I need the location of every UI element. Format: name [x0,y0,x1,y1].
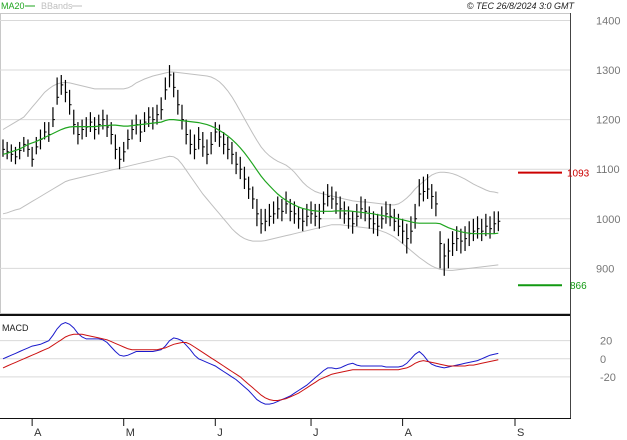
signal-line [2,333,499,401]
time-tick-label: A [34,427,42,439]
price-tick-label: 1000 [596,214,620,226]
time-tick-label: M [126,427,135,439]
time-tick-label: S [517,427,524,439]
price-tick-label: 1400 [596,15,620,27]
copyright-label: © TEC 26/8/2024 3:0 GMT [467,1,576,11]
support-label: 866 [570,281,587,292]
legend-bbands-label: BBands [41,1,73,11]
price-tick-label: 1300 [596,65,620,77]
time-tick-label: J [217,427,223,439]
time-tick-label: A [405,427,413,439]
time-tick-label: J [313,427,319,439]
macd-lines-layer [2,321,499,405]
price-tick-label: 1100 [596,164,620,176]
macd-tick-label: 20 [600,336,612,348]
resistance-label: 1093 [567,169,590,180]
macd-tick-label: 0 [600,354,606,366]
price-tick-label: 900 [596,263,614,275]
stock-chart: 1093 866 1400 1300 1200 1100 1000 900 20 0 -20 A M J… [0,1,620,439]
macd-tick-label: -20 [600,372,616,384]
axis-layer: 1400 1300 1200 1100 1000 900 20 0 -20 A M J J A S [0,15,620,439]
legend-ma20-label: MA20 [1,1,25,11]
price-tick-label: 1200 [596,115,620,127]
macd-panel-label: MACD [2,323,29,333]
bbands-lower-line [2,155,499,271]
levels-layer: 1093 866 [518,169,590,292]
bbands-layer [2,71,499,271]
price-bars-layer [2,65,501,276]
